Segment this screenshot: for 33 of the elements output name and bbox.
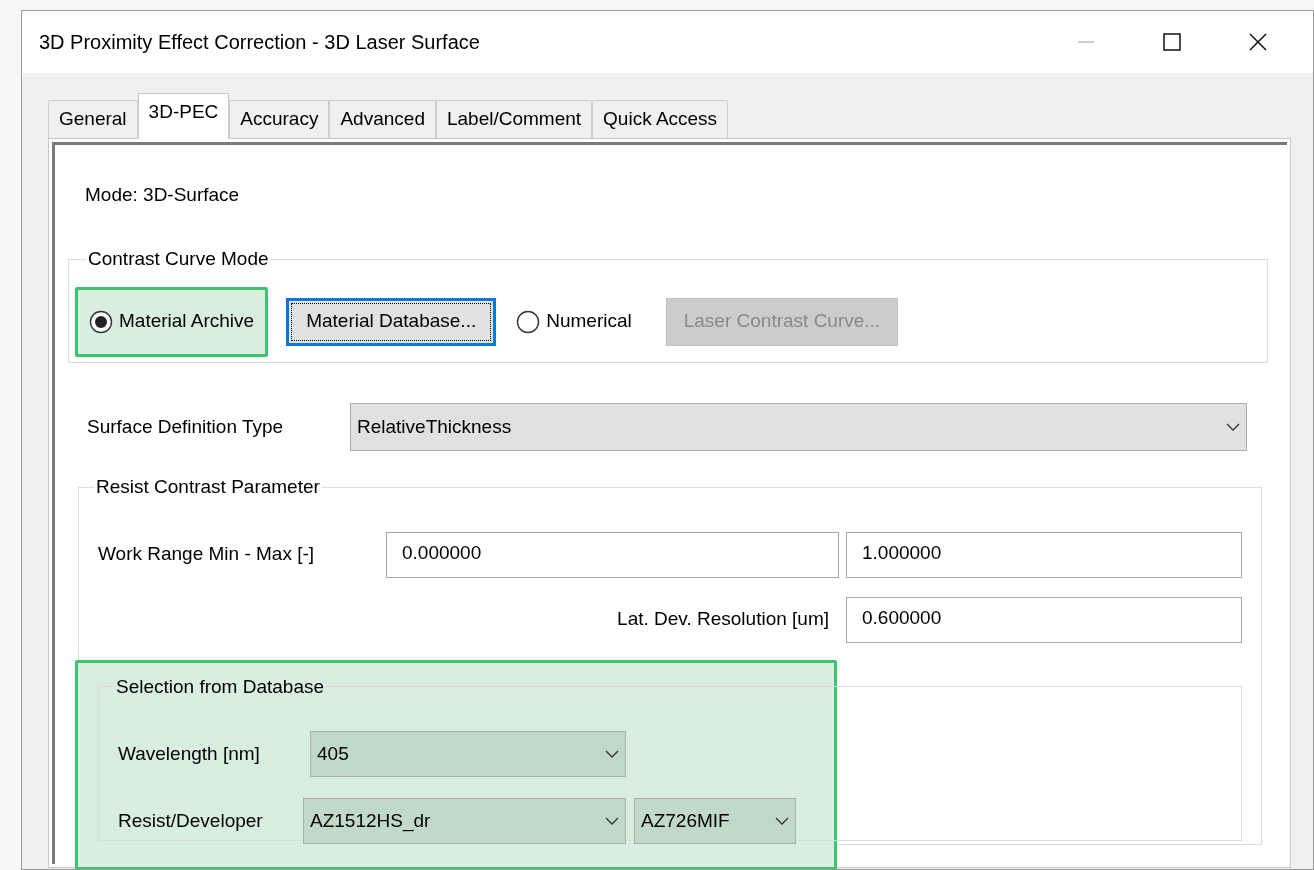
chevron-down-icon (605, 750, 619, 758)
input-field[interactable]: 1.000000 (862, 541, 942, 563)
tab[interactable]: General (48, 100, 138, 138)
dropdown[interactable]: AZ726MIF (634, 798, 796, 844)
group-title: Contrast Curve Mode (87, 247, 270, 271)
tab[interactable]: Label/Comment (435, 100, 593, 138)
group-title: Selection from Database (115, 674, 326, 699)
tab[interactable]: 3D-PEC (137, 93, 230, 139)
radio-option[interactable]: Material Archive (75, 286, 269, 357)
input-field[interactable]: 0.000000 (402, 541, 482, 563)
tab[interactable]: Accuracy (229, 100, 330, 138)
field-label: Work Range Min - Max [-] (98, 542, 316, 567)
button[interactable]: Material Database... (286, 297, 497, 346)
group-title: Resist Contrast Parameter (95, 475, 321, 499)
dropdown[interactable]: 405 (310, 731, 626, 777)
input-field[interactable]: 0.600000 (862, 606, 942, 628)
maximize-icon (1163, 33, 1181, 51)
tab[interactable]: Advanced (329, 100, 436, 138)
field-label: Lat. Dev. Resolution [um] (617, 607, 829, 632)
radio-option[interactable]: Numerical (514, 286, 634, 357)
minimize-icon (1078, 41, 1094, 43)
mode-label: Mode: 3D-Surface (85, 184, 240, 205)
field-label: Resist/Developer (118, 808, 264, 833)
tab[interactable]: Quick Access (592, 100, 729, 138)
dropdown[interactable]: AZ1512HS_dr (303, 798, 626, 844)
window-title: 3D Proximity Effect Correction - 3D Laser Surface (39, 30, 481, 55)
chevron-down-icon (605, 817, 619, 825)
dropdown[interactable]: RelativeThickness (350, 403, 1247, 451)
field-label: Wavelength [nm] (118, 741, 261, 766)
chevron-down-icon (775, 817, 789, 825)
field-label: Surface Definition Type (87, 414, 285, 439)
chevron-down-icon (1226, 423, 1240, 431)
close-icon (1249, 33, 1267, 51)
